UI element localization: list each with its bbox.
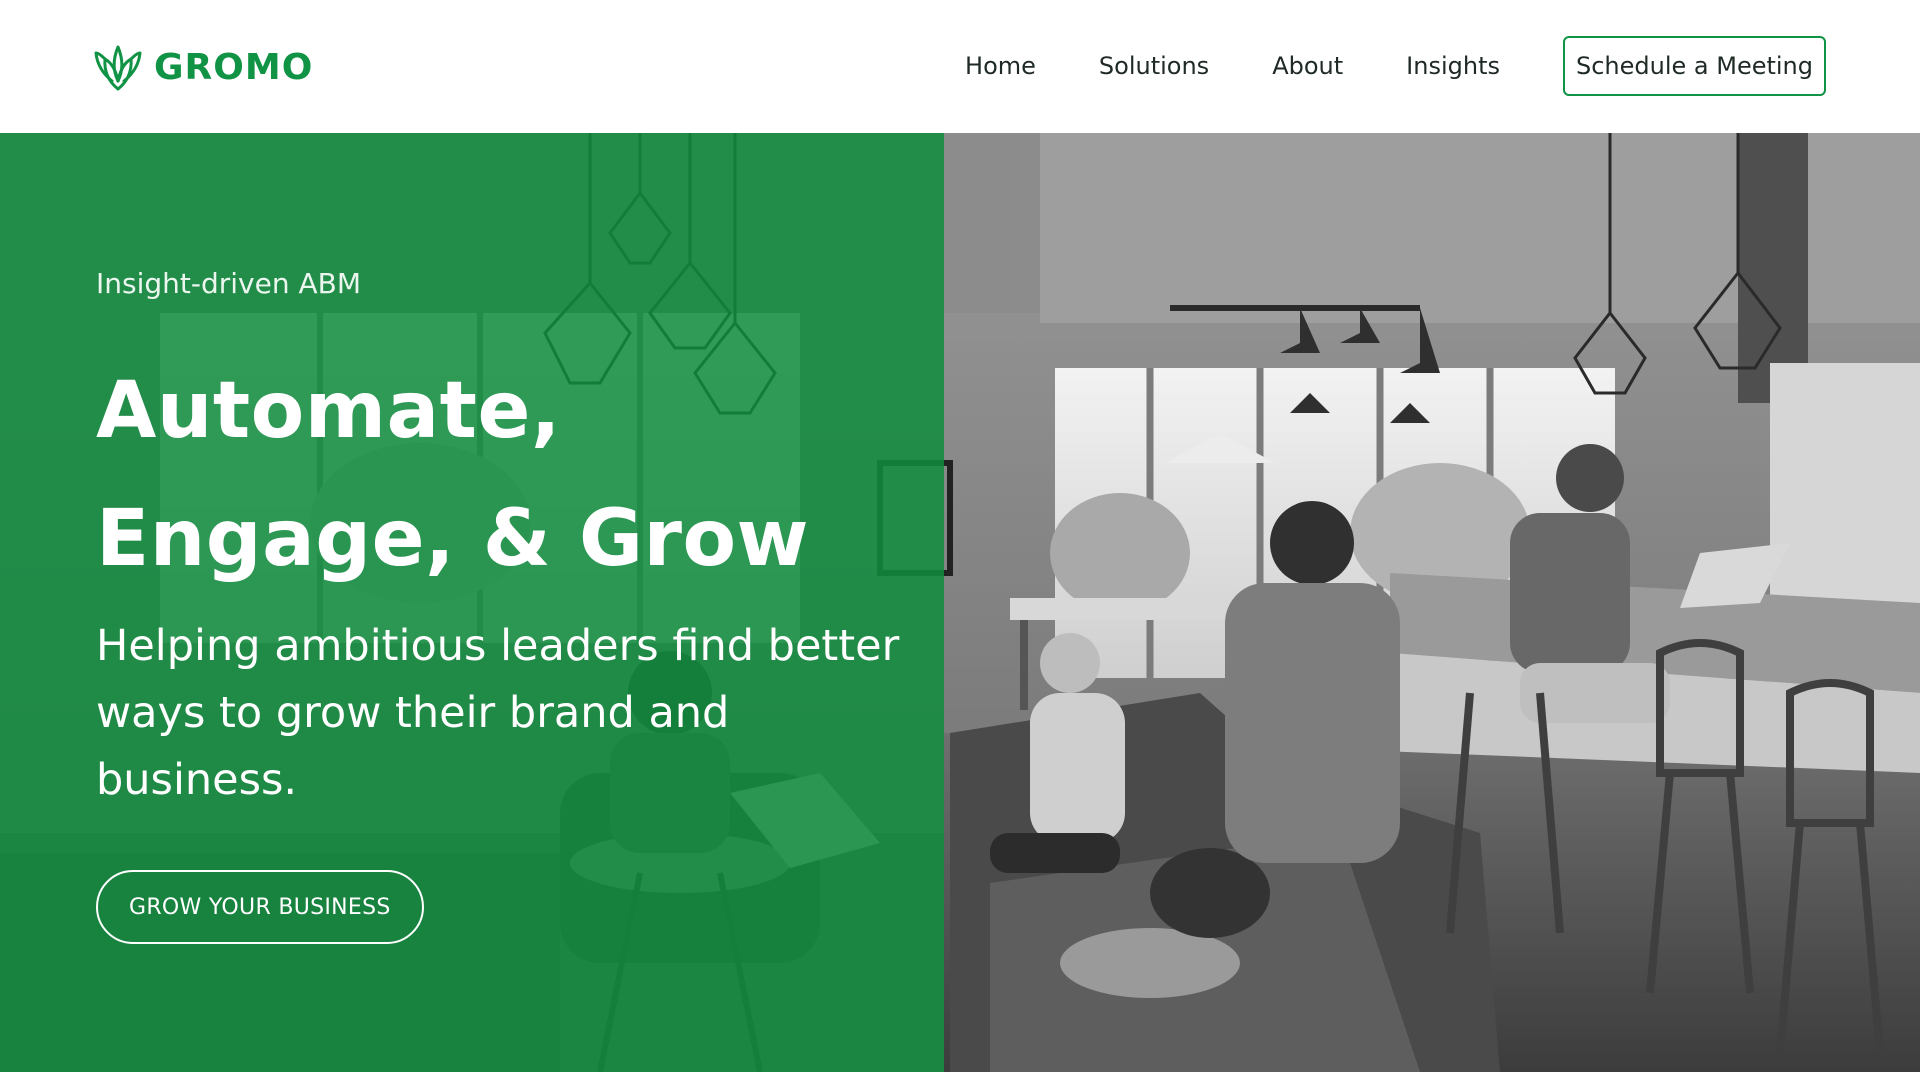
- brand-name: GROMO: [154, 46, 314, 88]
- site-header: GROMO Home Solutions About Insights Sche…: [0, 0, 1920, 133]
- hero-headline: Automate, Engage, & Grow: [96, 347, 936, 603]
- nav-link-home[interactable]: Home: [965, 52, 1036, 80]
- main-nav: Home Solutions About Insights Schedule a…: [965, 36, 1826, 96]
- grow-your-business-button[interactable]: GROW YOUR BUSINESS: [96, 870, 424, 944]
- nav-link-solutions[interactable]: Solutions: [1099, 52, 1209, 80]
- nav-link-insights[interactable]: Insights: [1406, 52, 1500, 80]
- hero-eyebrow: Insight-driven ABM: [96, 267, 362, 300]
- hero-section: Insight-driven ABM Automate, Engage, & G…: [0, 133, 1920, 1072]
- brand-logo-link[interactable]: GROMO: [94, 40, 313, 94]
- schedule-meeting-button[interactable]: Schedule a Meeting: [1562, 36, 1826, 96]
- nav-link-about[interactable]: About: [1272, 52, 1343, 80]
- hero-content: Insight-driven ABM Automate, Engage, & G…: [96, 133, 936, 1072]
- leaf-logo-icon: [94, 45, 142, 91]
- hero-headline-line-2: Engage, & Grow: [96, 494, 810, 584]
- hero-subhead: Helping ambitious leaders find better wa…: [96, 621, 900, 805]
- hero-headline-line-1: Automate,: [96, 366, 561, 456]
